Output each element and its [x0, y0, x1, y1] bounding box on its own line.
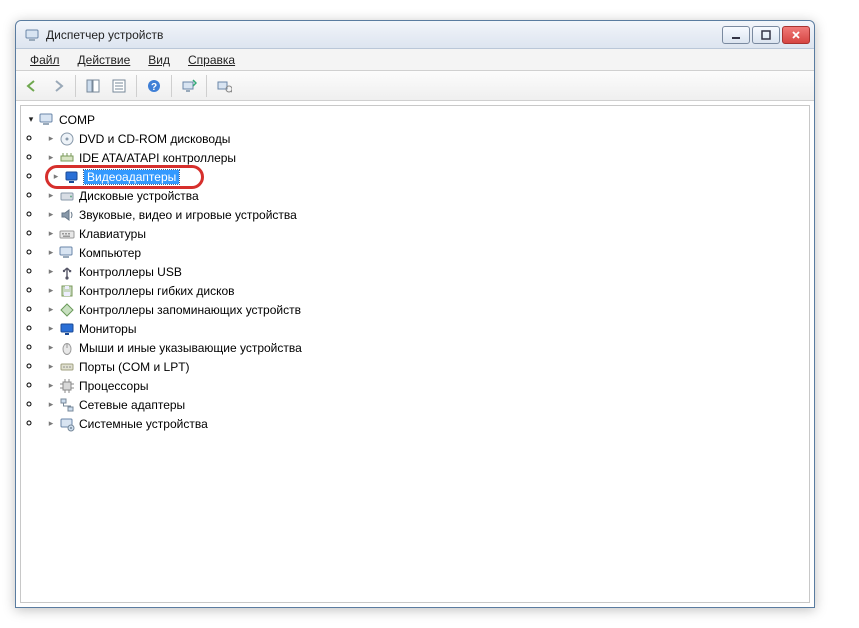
- help-button[interactable]: ?: [142, 74, 166, 98]
- mouse-icon: [59, 340, 75, 356]
- toolbar-separator: [136, 75, 137, 97]
- properties-button[interactable]: [107, 74, 131, 98]
- toolbar-separator: [206, 75, 207, 97]
- expander-icon[interactable]: [45, 342, 57, 354]
- tree-item-label: IDE ATA/ATAPI контроллеры: [79, 151, 236, 165]
- expander-icon[interactable]: [45, 418, 57, 430]
- tree-item[interactable]: Мониторы: [41, 319, 809, 338]
- expander-icon[interactable]: [45, 285, 57, 297]
- tree-item[interactable]: Звуковые, видео и игровые устройства: [41, 205, 809, 224]
- tree-item-label: Порты (COM и LPT): [79, 360, 190, 374]
- back-button[interactable]: [20, 74, 44, 98]
- maximize-button[interactable]: [752, 26, 780, 44]
- expander-icon[interactable]: [45, 247, 57, 259]
- expander-icon[interactable]: [25, 114, 37, 126]
- floppy-ctrl-icon: [59, 283, 75, 299]
- expander-icon[interactable]: [45, 209, 57, 221]
- tree-item[interactable]: Компьютер: [41, 243, 809, 262]
- port-icon: [59, 359, 75, 375]
- tree-item[interactable]: Контроллеры запоминающих устройств: [41, 300, 809, 319]
- highlighted-item: Видеоадаптеры: [45, 165, 204, 189]
- svg-text:?: ?: [151, 82, 157, 93]
- tree-item-label: Клавиатуры: [79, 227, 146, 241]
- system-icon: [59, 416, 75, 432]
- menubar: Файл Действие Вид Справка: [16, 49, 814, 71]
- expander-icon[interactable]: [45, 380, 57, 392]
- tree-item-label: Контроллеры запоминающих устройств: [79, 303, 301, 317]
- tree-item[interactable]: DVD и CD-ROM дисководы: [41, 129, 809, 148]
- keyboard-icon: [59, 226, 75, 242]
- tree-item[interactable]: Контроллеры USB: [41, 262, 809, 281]
- tree-item-label: Мыши и иные указывающие устройства: [79, 341, 302, 355]
- tree-item[interactable]: Дисковые устройства: [41, 186, 809, 205]
- menu-view[interactable]: Вид: [140, 51, 178, 69]
- display-adapter-icon: [64, 169, 80, 185]
- forward-button[interactable]: [46, 74, 70, 98]
- tree-item[interactable]: Мыши и иные указывающие устройства: [41, 338, 809, 357]
- tree-item-label: Звуковые, видео и игровые устройства: [79, 208, 297, 222]
- expander-icon[interactable]: [45, 323, 57, 335]
- drive-icon: [59, 188, 75, 204]
- tree-item-label: Дисковые устройства: [79, 189, 199, 203]
- tree-item-label: Контроллеры гибких дисков: [79, 284, 235, 298]
- tree-item[interactable]: Видеоадаптеры: [41, 167, 809, 186]
- controller-icon: [59, 150, 75, 166]
- tree-item-label: Контроллеры USB: [79, 265, 182, 279]
- window-title: Диспетчер устройств: [46, 28, 722, 42]
- tree-item-label: Сетевые адаптеры: [79, 398, 185, 412]
- tree-item[interactable]: Порты (COM и LPT): [41, 357, 809, 376]
- close-button[interactable]: [782, 26, 810, 44]
- expander-icon[interactable]: [45, 399, 57, 411]
- sound-icon: [59, 207, 75, 223]
- show-hide-tree-button[interactable]: [81, 74, 105, 98]
- computer-icon: [39, 112, 55, 128]
- expander-icon[interactable]: [45, 361, 57, 373]
- devices-printers-button[interactable]: [212, 74, 236, 98]
- minimize-button[interactable]: [722, 26, 750, 44]
- tree-item-label: DVD и CD-ROM дисководы: [79, 132, 230, 146]
- tree-item-label: Системные устройства: [79, 417, 208, 431]
- usb-icon: [59, 264, 75, 280]
- computer-icon: [59, 245, 75, 261]
- tree-item[interactable]: Клавиатуры: [41, 224, 809, 243]
- cpu-icon: [59, 378, 75, 394]
- tree-root[interactable]: COMP: [21, 110, 809, 129]
- tree-item[interactable]: Системные устройства: [41, 414, 809, 433]
- expander-icon[interactable]: [45, 304, 57, 316]
- storage-ctrl-icon: [59, 302, 75, 318]
- tree-item-label: Видеоадаптеры: [84, 170, 179, 184]
- disc-icon: [59, 131, 75, 147]
- tree-item-label: Компьютер: [79, 246, 141, 260]
- device-tree-panel: COMP DVD и CD-ROM дисководы IDE ATA/ATAPI…: [20, 105, 810, 603]
- menu-action[interactable]: Действие: [70, 51, 139, 69]
- app-icon: [24, 27, 40, 43]
- expander-icon[interactable]: [45, 152, 57, 164]
- expander-icon[interactable]: [45, 266, 57, 278]
- menu-help[interactable]: Справка: [180, 51, 243, 69]
- toolbar-separator: [171, 75, 172, 97]
- toolbar: ?: [16, 71, 814, 101]
- monitor-icon: [59, 321, 75, 337]
- tree-item[interactable]: Контроллеры гибких дисков: [41, 281, 809, 300]
- tree-item-label: Процессоры: [79, 379, 149, 393]
- expander-icon[interactable]: [45, 190, 57, 202]
- tree-item-label: Мониторы: [79, 322, 136, 336]
- expander-icon[interactable]: [45, 228, 57, 240]
- titlebar[interactable]: Диспетчер устройств: [16, 21, 814, 49]
- toolbar-separator: [75, 75, 76, 97]
- expander-icon[interactable]: [50, 171, 62, 183]
- network-icon: [59, 397, 75, 413]
- tree-item[interactable]: Сетевые адаптеры: [41, 395, 809, 414]
- device-manager-window: Диспетчер устройств Файл Действие Вид Сп…: [15, 20, 815, 608]
- menu-file[interactable]: Файл: [22, 51, 68, 69]
- tree-root-label: COMP: [59, 113, 95, 127]
- scan-hardware-button[interactable]: [177, 74, 201, 98]
- tree-item[interactable]: Процессоры: [41, 376, 809, 395]
- expander-icon[interactable]: [45, 133, 57, 145]
